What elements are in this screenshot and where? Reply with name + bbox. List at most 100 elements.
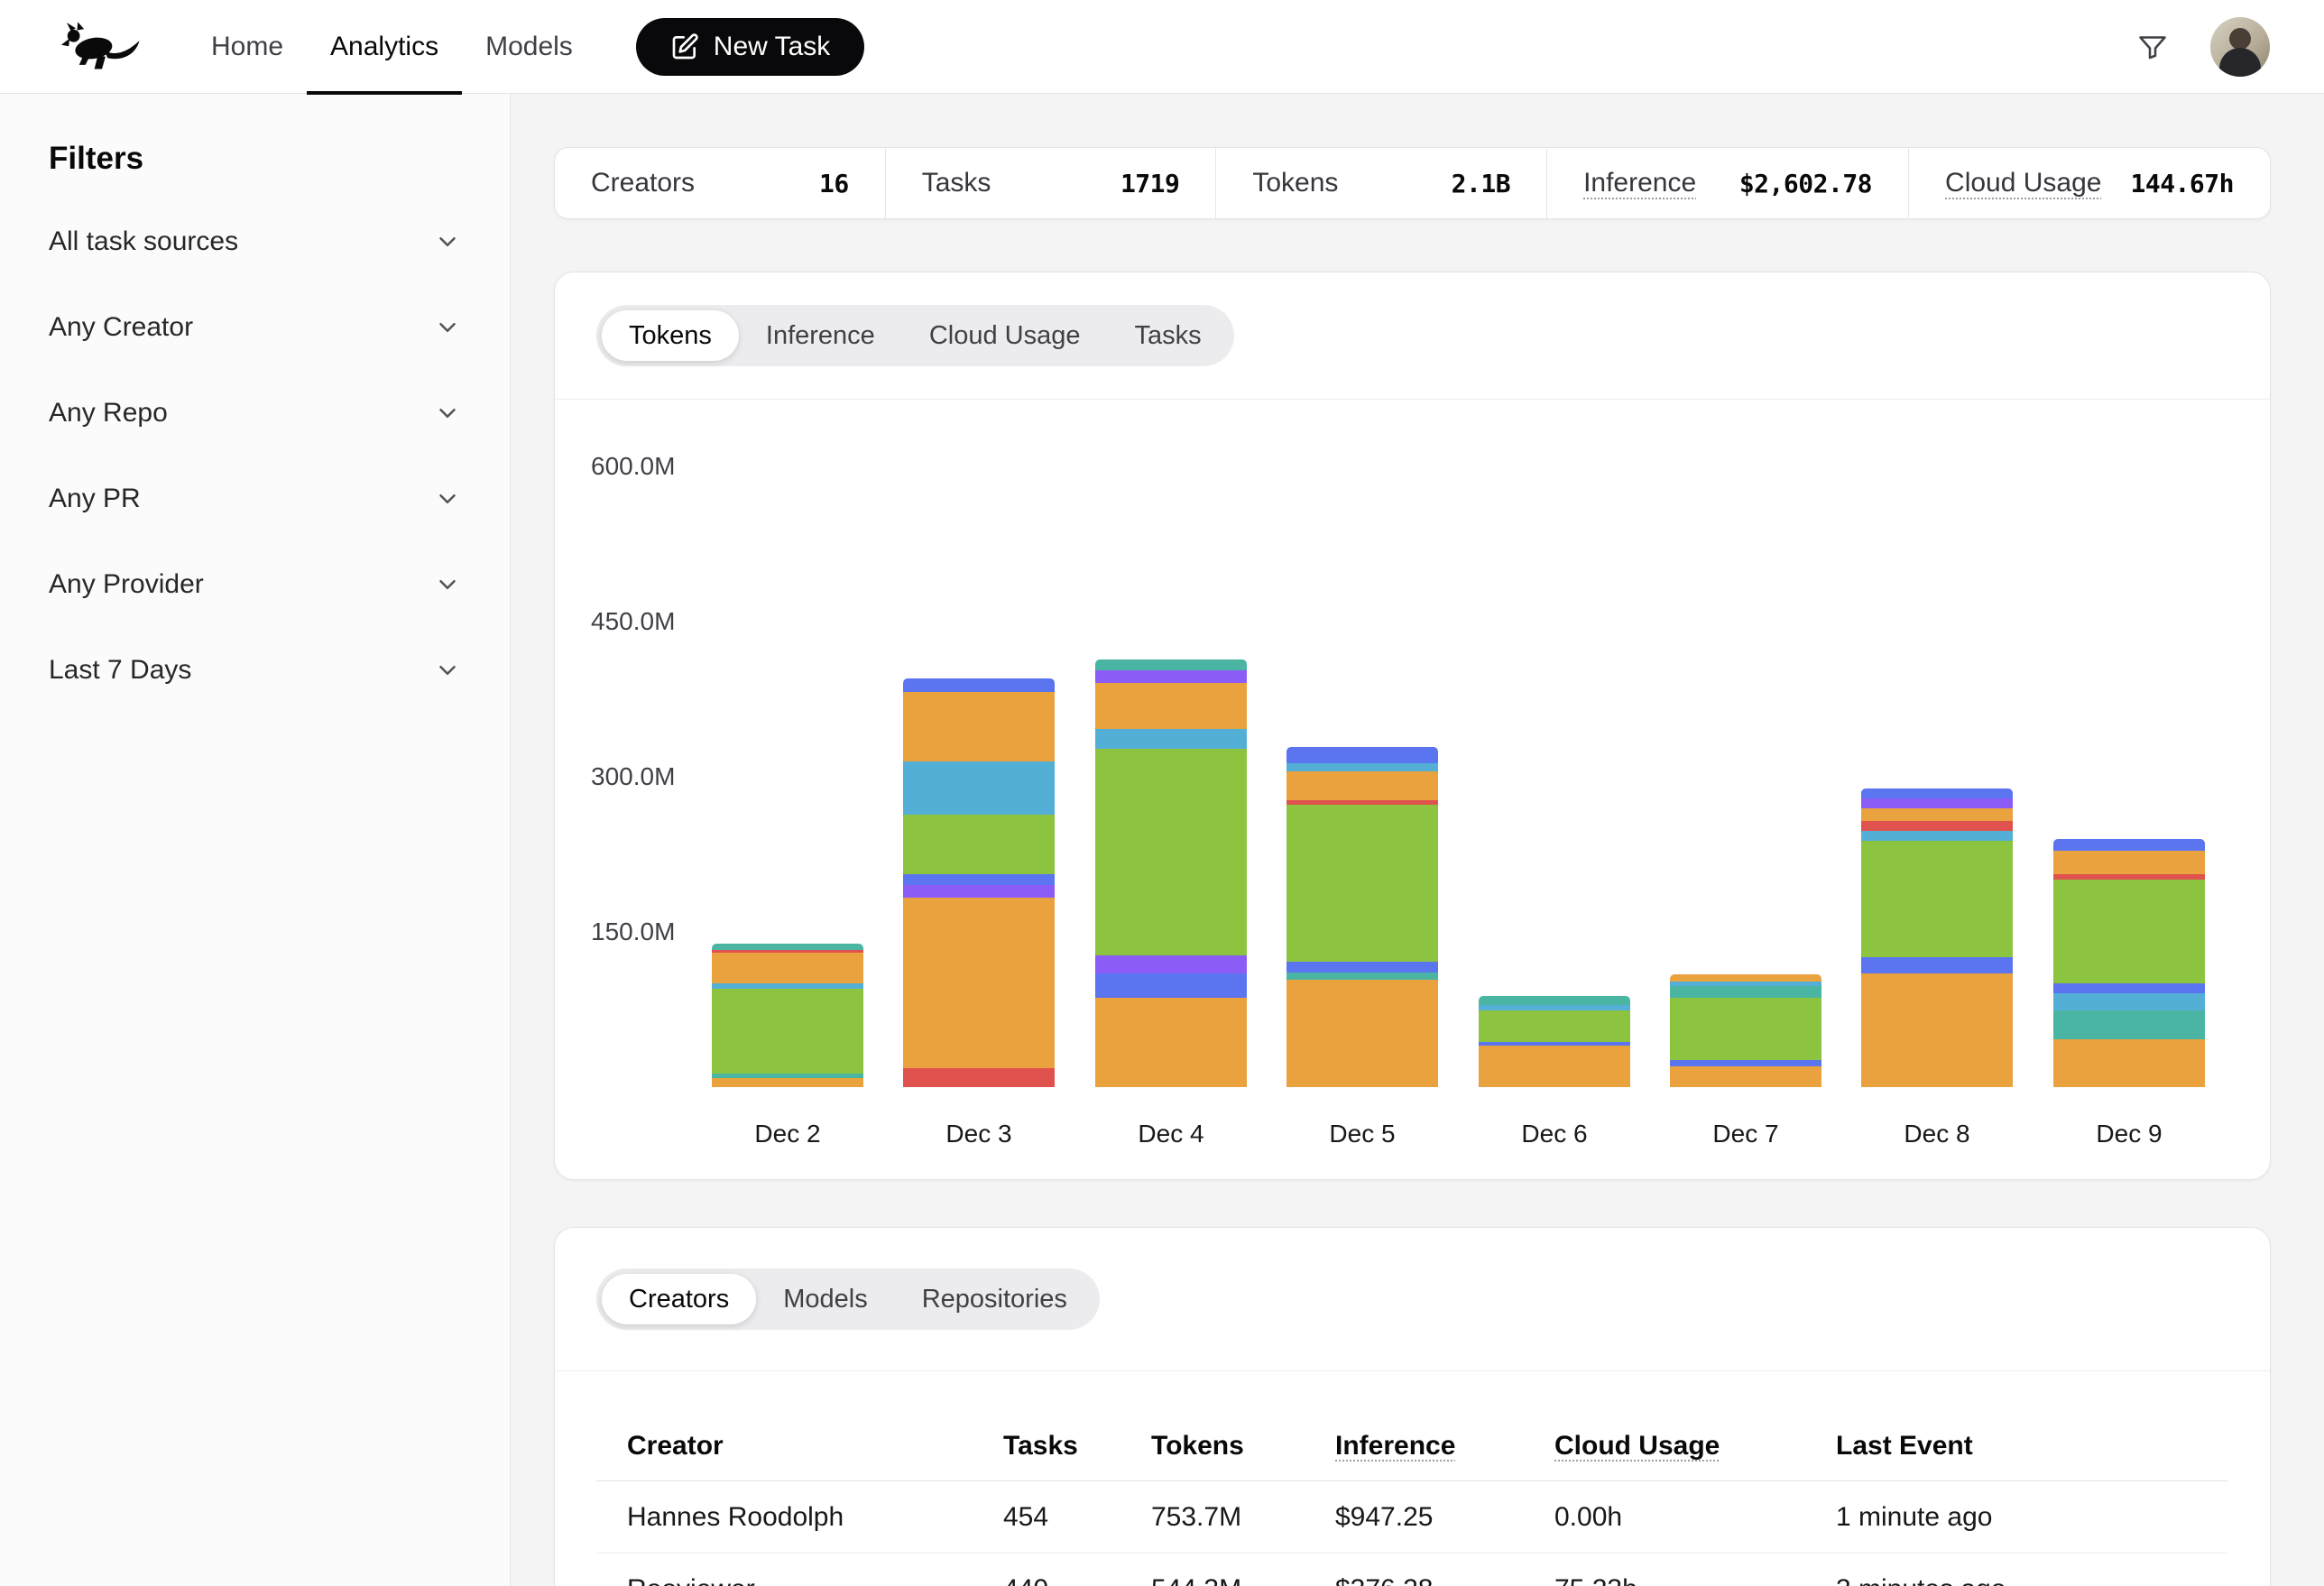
col-inference[interactable]: Inference (1335, 1431, 1554, 1462)
stat-inference-label[interactable]: Inference (1583, 168, 1696, 198)
bar-segment-teal (2053, 1010, 2205, 1039)
bar-segment-blue (2053, 839, 2205, 851)
tokens-stacked-bar-chart: 150.0M 300.0M 450.0M 600.0M Dec 2 Dec 3 Dec 4 D… (555, 400, 2270, 1180)
bar-segment-teal (712, 944, 863, 950)
tab-inference[interactable]: Inference (739, 310, 902, 361)
cell-tokens: 544.3M (1151, 1574, 1335, 1586)
filter-pr-label: Any PR (49, 484, 141, 514)
avatar[interactable] (2210, 17, 2270, 77)
bar-segment-sky (1286, 763, 1438, 771)
x-axis-label: Dec 8 (1861, 1120, 2013, 1148)
breakdown-card: Creators Models Repositories Creator Tas… (554, 1227, 2271, 1586)
new-task-button[interactable]: New Task (636, 18, 865, 76)
cell-cloud-usage: 0.00h (1554, 1502, 1836, 1533)
x-axis-label: Dec 2 (712, 1120, 863, 1148)
breakdown-tab-group: Creators Models Repositories (596, 1268, 1100, 1330)
kangaroo-logo[interactable] (58, 22, 141, 72)
stat-creators-value: 16 (819, 169, 849, 198)
bar-segment-blue (1861, 957, 2013, 973)
bar-segment-sky (903, 761, 1055, 816)
cell-inference: $947.25 (1335, 1502, 1554, 1533)
bar-segment-orange (1095, 683, 1247, 730)
stat-creators: Creators 16 (555, 148, 885, 218)
bar-segment-purple (1095, 955, 1247, 973)
stat-cloud-usage-label[interactable]: Cloud Usage (1945, 168, 2101, 198)
stacked-bar-dec-9[interactable] (2053, 839, 2205, 1087)
stacked-bar-dec-4[interactable] (1095, 659, 1247, 1087)
navbar: Home Analytics Models New Task (0, 0, 2324, 94)
stat-creators-label: Creators (591, 168, 695, 198)
table-row[interactable]: Hannes Roodolph 454 753.7M $947.25 0.00h… (596, 1481, 2228, 1554)
tab-tasks[interactable]: Tasks (1107, 310, 1228, 361)
stats-bar: Creators 16 Tasks 1719 Tokens 2.1B Infer… (554, 147, 2271, 219)
col-cloud-usage[interactable]: Cloud Usage (1554, 1431, 1836, 1462)
tab-cloud-usage[interactable]: Cloud Usage (902, 310, 1108, 361)
bar-segment-orange (903, 898, 1055, 1068)
stacked-bar-dec-7[interactable] (1670, 974, 1821, 1087)
bar-segment-orange (1286, 771, 1438, 800)
bar-segment-blue (1286, 747, 1438, 763)
filter-task-sources[interactable]: All task sources (49, 198, 461, 284)
bar-segment-teal (1670, 986, 1821, 999)
stat-cloud-usage: Cloud Usage 144.67h (1908, 148, 2270, 218)
nav-item-models[interactable]: Models (462, 0, 596, 94)
filter-date-range[interactable]: Last 7 Days (49, 627, 461, 713)
chevron-down-icon (434, 571, 461, 598)
stacked-bar-dec-6[interactable] (1479, 996, 1630, 1087)
y-axis-tick: 150.0M (591, 917, 675, 946)
main-content: Creators 16 Tasks 1719 Tokens 2.1B Infer… (511, 94, 2324, 1586)
filter-repo[interactable]: Any Repo (49, 370, 461, 456)
bar-segment-blue (2053, 983, 2205, 992)
bar-segment-green (1479, 1010, 1630, 1041)
tab-creators[interactable]: Creators (602, 1274, 756, 1324)
y-axis-tick: 300.0M (591, 762, 675, 791)
y-axis-tick: 600.0M (591, 452, 675, 481)
stacked-bar-dec-2[interactable] (712, 944, 863, 1087)
filter-funnel-icon[interactable] (2136, 31, 2169, 63)
stacked-bar-dec-8[interactable] (1861, 788, 2013, 1087)
table-row[interactable]: Rooviewer 440 544.3M $376.28 75.23h 3 mi… (596, 1554, 2228, 1586)
bar-segment-teal (1095, 659, 1247, 670)
cell-tasks: 454 (1003, 1502, 1151, 1533)
bar-segment-orange (712, 1078, 863, 1087)
bar-segment-blue (1861, 788, 2013, 799)
bar-segment-sky (1861, 831, 2013, 842)
table-header-row: Creator Tasks Tokens Inference Cloud Usa… (596, 1411, 2228, 1481)
bar-segment-orange (2053, 1039, 2205, 1087)
x-axis-label: Dec 4 (1095, 1120, 1247, 1148)
bar-segment-purple (1861, 798, 2013, 807)
bar-segment-orange (1861, 973, 2013, 1087)
bar-segment-orange (1861, 808, 2013, 822)
y-axis-tick: 450.0M (591, 607, 675, 636)
chevron-down-icon (434, 485, 461, 512)
filter-pr[interactable]: Any PR (49, 456, 461, 541)
stacked-bar-dec-5[interactable] (1286, 747, 1438, 1087)
tab-repositories[interactable]: Repositories (895, 1274, 1094, 1324)
col-creator: Creator (627, 1431, 1003, 1462)
col-last-event: Last Event (1836, 1431, 2198, 1462)
x-axis-label: Dec 3 (903, 1120, 1055, 1148)
new-task-label: New Task (714, 32, 831, 62)
x-axis-label: Dec 7 (1670, 1120, 1821, 1148)
nav-item-analytics[interactable]: Analytics (307, 0, 462, 94)
tab-tokens[interactable]: Tokens (602, 310, 739, 361)
filter-creator[interactable]: Any Creator (49, 284, 461, 370)
bar-segment-blue (1286, 962, 1438, 973)
tab-models[interactable]: Models (756, 1274, 895, 1324)
chart-card: Tokens Inference Cloud Usage Tasks 150.0… (554, 272, 2271, 1180)
bar-segment-blue (903, 678, 1055, 692)
bar-segment-orange (1095, 998, 1247, 1087)
bar-segment-orange (1670, 1066, 1821, 1087)
filter-provider[interactable]: Any Provider (49, 541, 461, 627)
stat-tokens-label: Tokens (1252, 168, 1338, 198)
stacked-bar-dec-3[interactable] (903, 678, 1055, 1087)
bar-segment-green (2053, 880, 2205, 984)
bar-segment-blue (903, 874, 1055, 886)
filters-heading: Filters (49, 141, 461, 177)
bar-segment-teal (1479, 996, 1630, 1005)
bar-segment-green (903, 815, 1055, 873)
stat-tokens-value: 2.1B (1452, 169, 1510, 198)
nav-item-home[interactable]: Home (188, 0, 307, 94)
chevron-down-icon (434, 228, 461, 255)
bar-segment-red (1861, 821, 2013, 830)
